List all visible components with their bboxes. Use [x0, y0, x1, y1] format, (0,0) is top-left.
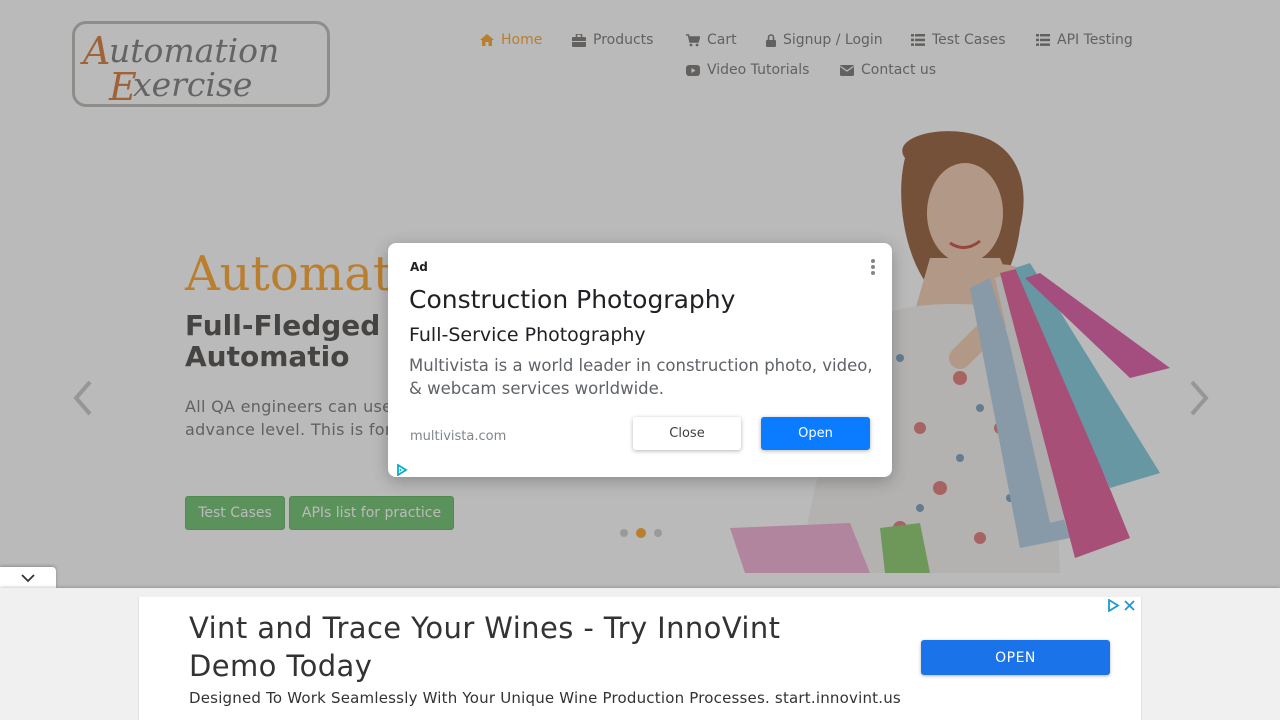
chevron-down-icon — [21, 574, 35, 583]
ad-options-button[interactable] — [870, 258, 876, 280]
adchoices-button[interactable] — [396, 461, 408, 480]
collapse-ad-button[interactable] — [0, 567, 56, 589]
interstitial-ad-dialog: Ad Construction Photography Full-Service… — [388, 243, 892, 477]
page: A utomation E xercise Home Products Cart… — [0, 0, 1280, 720]
more-vertical-icon — [871, 259, 875, 275]
bottom-ad-open-button[interactable]: OPEN — [921, 640, 1110, 675]
adchoices-icon — [397, 463, 408, 477]
ad-title[interactable]: Construction Photography — [409, 285, 735, 314]
bottom-ad[interactable]: Vint and Trace Your Wines - Try InnoVint… — [138, 597, 1142, 720]
close-icon[interactable] — [1124, 600, 1135, 611]
ad-body: Multivista is a world leader in construc… — [409, 356, 873, 398]
bottom-ad-title[interactable]: Vint and Trace Your Wines - Try InnoVint… — [189, 609, 869, 685]
ad-label: Ad — [410, 260, 428, 274]
ad-subtitle: Full-Service Photography — [409, 324, 646, 346]
ad-open-button[interactable]: Open — [761, 417, 870, 450]
adchoices-icon[interactable] — [1107, 599, 1120, 612]
ad-domain[interactable]: multivista.com — [410, 429, 506, 444]
ad-close-button[interactable]: Close — [633, 417, 741, 450]
bottom-ad-controls — [1107, 599, 1135, 612]
bottom-ad-description: Designed To Work Seamlessly With Your Un… — [189, 689, 901, 707]
